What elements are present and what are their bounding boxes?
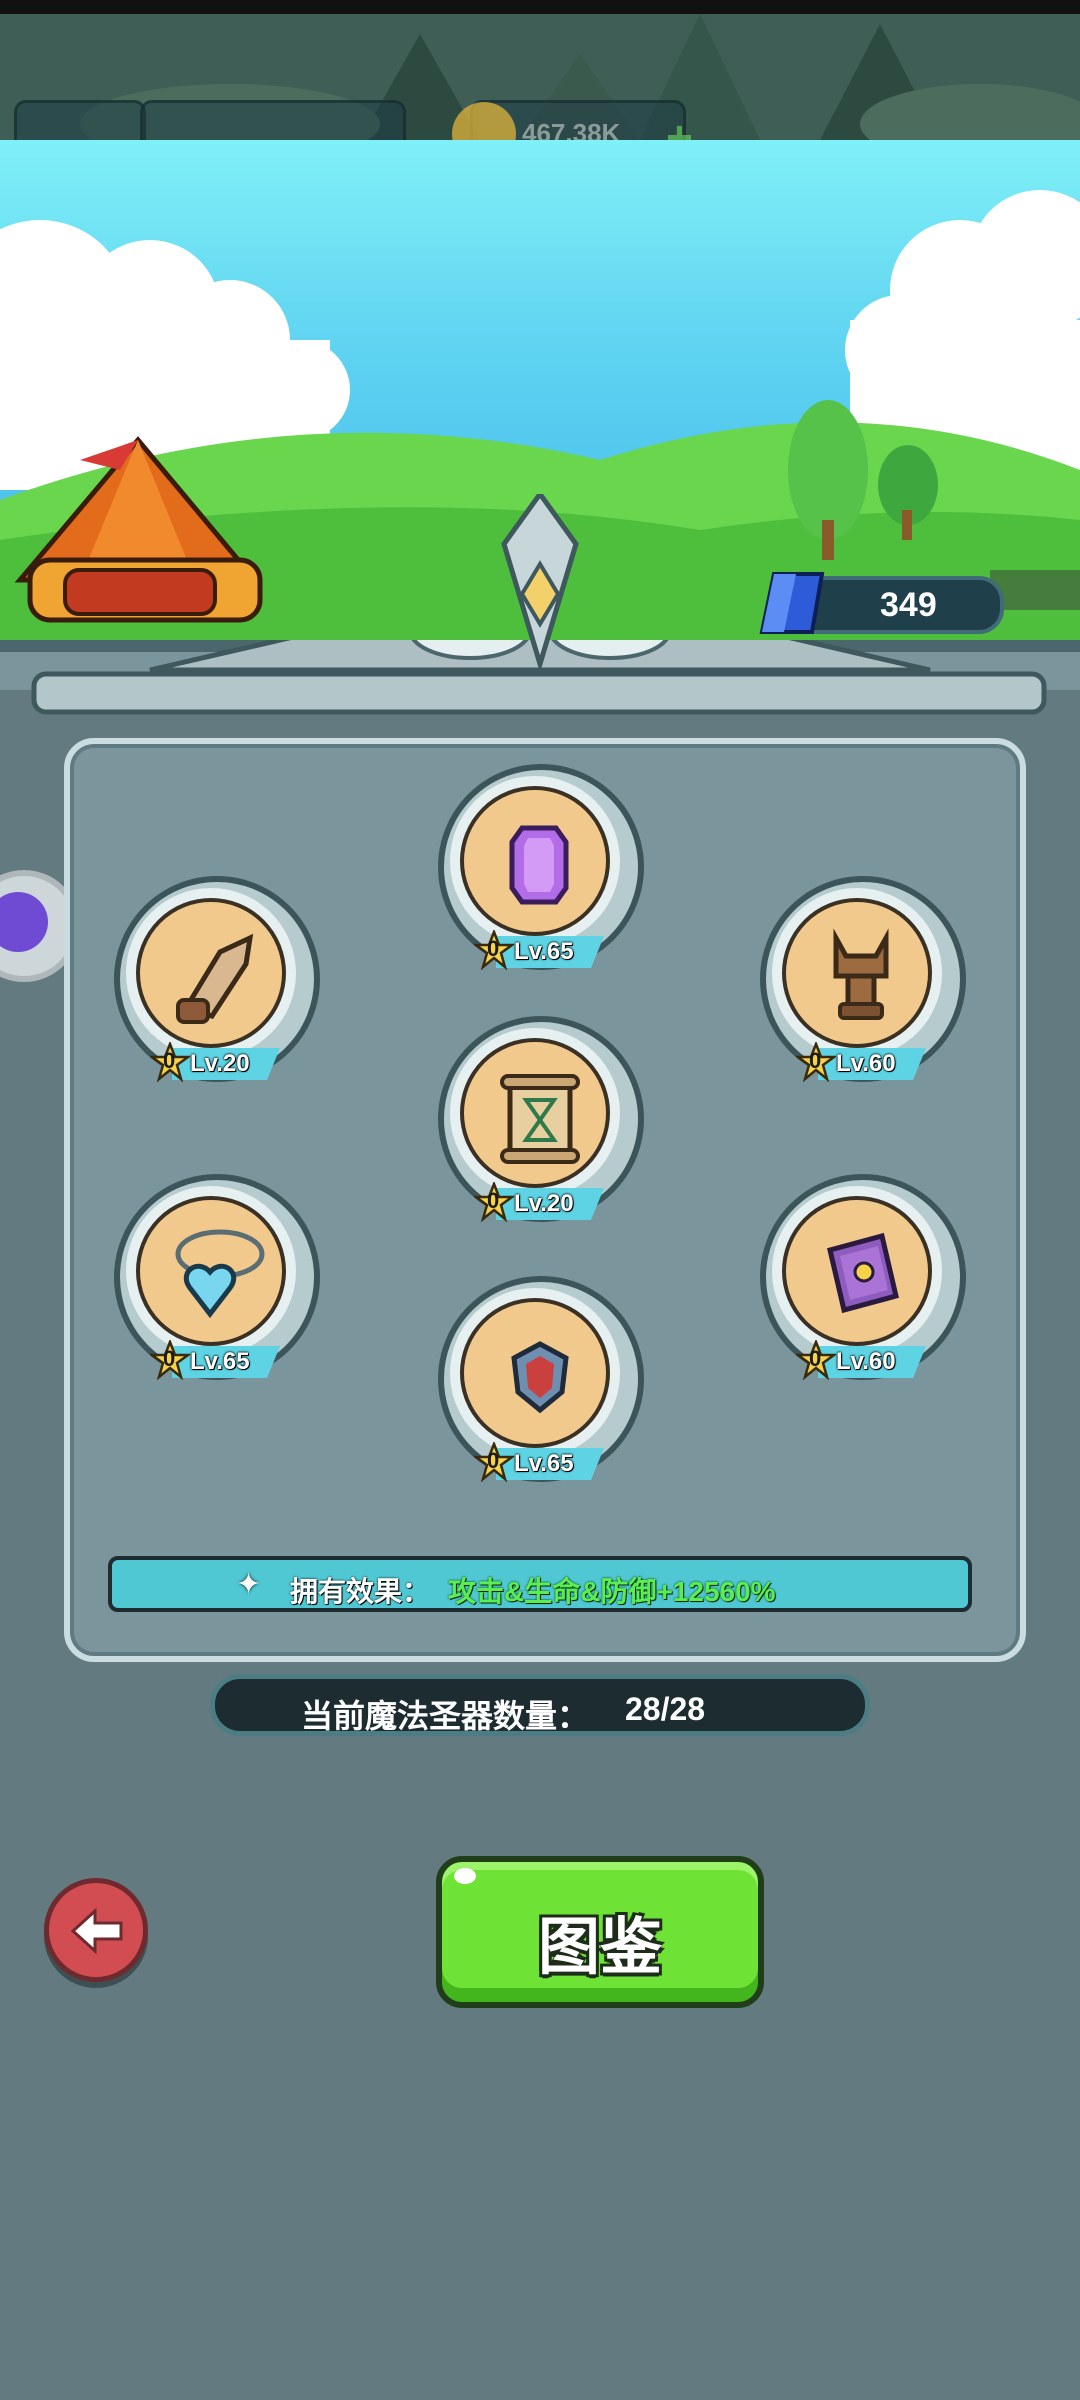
catalog-button[interactable]: 图鉴	[436, 1856, 764, 2008]
level-badge: 0 Lv.65	[474, 1442, 610, 1482]
star-count: 0	[809, 1048, 822, 1073]
star-count: 0	[487, 936, 500, 961]
status-bar	[0, 0, 1080, 14]
star-count: 0	[809, 1346, 822, 1371]
artifact-slot-shield[interactable]: 0 Lv.65	[438, 1276, 644, 1482]
effect-value: 攻击&生命&防御+12560%	[448, 1576, 776, 1607]
level-badge: 0 Lv.60	[796, 1340, 932, 1380]
artifact-slot-gauntlet[interactable]: 0 Lv.20	[114, 876, 320, 1082]
effect-label: 拥有效果：	[290, 1576, 431, 1607]
top-hud: 467.38K +	[0, 0, 1080, 140]
spellbook-icon	[827, 1232, 899, 1314]
level-badge: 0 Lv.65	[150, 1340, 286, 1380]
hourglass-scroll-icon	[500, 1074, 580, 1164]
count-label: 当前魔法圣器数量：	[301, 1698, 590, 1734]
player-name-frame	[140, 100, 406, 140]
back-button[interactable]	[44, 1878, 148, 1982]
level-text: Lv.65	[190, 1348, 250, 1375]
back-arrow-icon	[70, 1907, 123, 1955]
coin-count: 467.38K	[522, 118, 621, 140]
artifact-slot-spellbook[interactable]: 0 Lv.60	[760, 1174, 966, 1380]
level-text: Lv.20	[514, 1190, 574, 1217]
level-badge: 0 Lv.65	[474, 930, 610, 970]
crest-emblem	[501, 494, 579, 670]
ownership-effect-bar: ✦ 拥有效果： 攻击&生命&防御+12560%	[108, 1556, 972, 1612]
artifact-slot-purple-gem[interactable]: 0 Lv.65	[438, 764, 644, 970]
star-count: 0	[163, 1346, 176, 1371]
gem-count: 349	[880, 586, 937, 624]
shield-icon	[511, 1341, 569, 1414]
count-value: 28/28	[625, 1691, 706, 1727]
catalog-button-label: 图鉴	[537, 1913, 662, 1982]
level-badge: 0 Lv.20	[474, 1182, 610, 1222]
star-count: 0	[163, 1048, 176, 1073]
diamond-icon: ✦	[236, 1568, 262, 1601]
chat-icon	[0, 892, 48, 952]
artifact-slot-heart-pendant[interactable]: 0 Lv.65	[114, 1174, 320, 1380]
add-coin-icon: +	[666, 111, 693, 140]
level-text: Lv.60	[836, 1348, 896, 1375]
level-text: Lv.65	[514, 938, 574, 965]
level-text: Lv.65	[514, 1450, 574, 1477]
artifact-slot-hourglass-scroll[interactable]: 0 Lv.20	[438, 1016, 644, 1222]
avatar-frame	[14, 100, 146, 140]
purple-gem-icon	[509, 825, 569, 905]
artifact-slot-horned-totem[interactable]: 0 Lv.60	[760, 876, 966, 1082]
gauntlet-icon	[176, 933, 254, 1024]
heart-pendant-icon	[175, 1229, 265, 1319]
star-count: 0	[487, 1448, 500, 1473]
level-text: Lv.20	[190, 1050, 250, 1077]
level-badge: 0 Lv.20	[150, 1042, 286, 1082]
level-badge: 0 Lv.60	[796, 1042, 932, 1082]
level-text: Lv.60	[836, 1050, 896, 1077]
horned-totem-icon	[833, 928, 889, 1020]
star-count: 0	[487, 1188, 500, 1213]
blue-gem-icon	[759, 572, 825, 634]
artifact-count-bar: 当前魔法圣器数量： 28/28	[210, 1674, 870, 1736]
